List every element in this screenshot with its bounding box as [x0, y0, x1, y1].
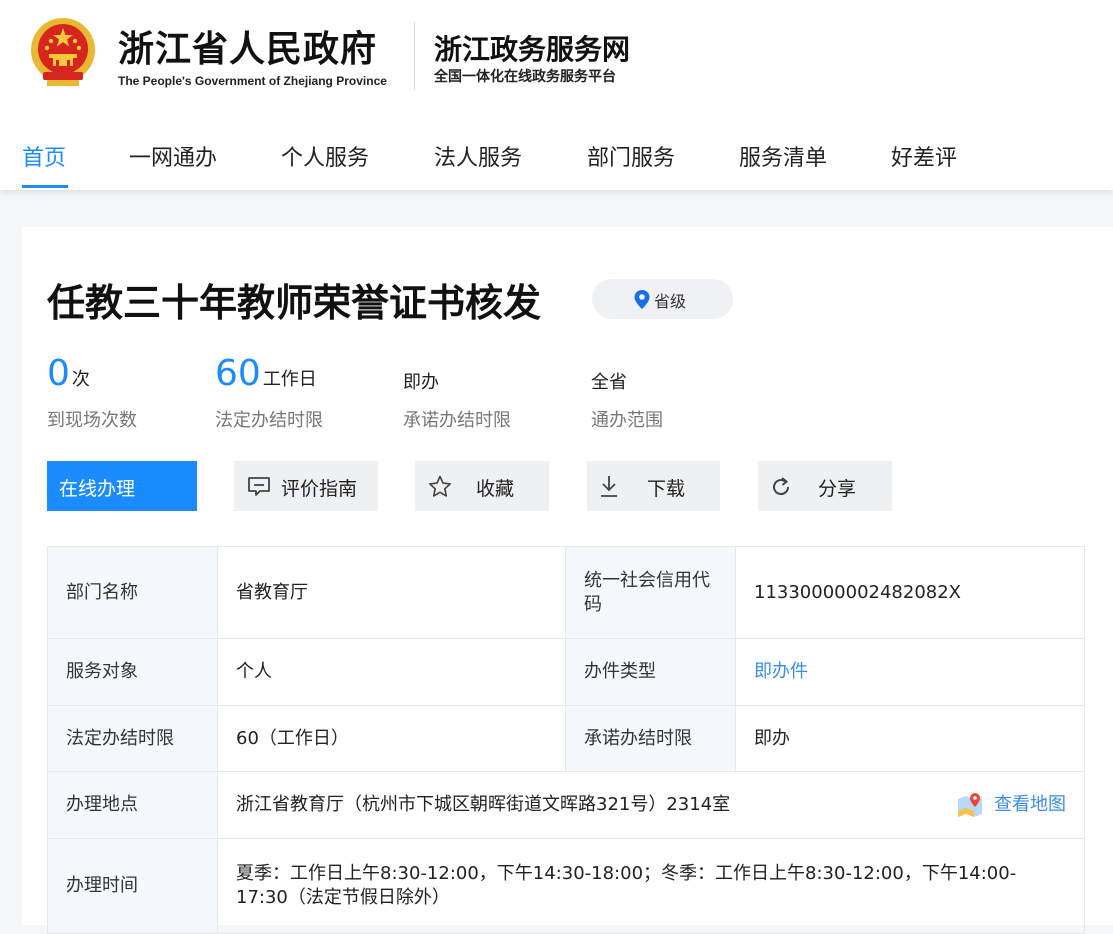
favorite-button[interactable]: 收藏	[415, 461, 549, 511]
nav-item-review[interactable]: 好差评	[891, 140, 957, 172]
location-value: 浙江省教育厅（杭州市下城区朝晖街道文晖路321号）2314室	[236, 794, 731, 815]
stat-legal-limit: 60 工作日	[215, 353, 317, 394]
online-apply-button[interactable]: 在线办理	[47, 461, 233, 511]
main-nav: 首页 一网通办 个人服务 法人服务 部门服务 服务清单 好差评	[0, 140, 1113, 190]
dept-name-label: 部门名称	[47, 546, 218, 639]
table-row: 办理地点 浙江省教育厅（杭州市下城区朝晖街道文晖路321号）2314室 查看地图	[47, 771, 1085, 839]
header-divider	[414, 22, 415, 90]
promise-limit-label: 承诺办结时限	[565, 705, 736, 772]
share-icon	[773, 477, 790, 496]
table-row: 服务对象 个人 办件类型 即办件	[47, 638, 1085, 706]
stat-visits: 0次	[47, 353, 90, 394]
location-pin-icon	[634, 290, 650, 309]
level-badge: 省级	[592, 279, 733, 319]
gov-subtitle: The People's Government of Zhejiang Prov…	[118, 74, 387, 88]
case-type-value[interactable]: 即办件	[754, 661, 808, 682]
stat-legal-limit-label: 法定办结时限	[215, 410, 323, 431]
star-icon	[429, 475, 451, 497]
nav-item-legal-person[interactable]: 法人服务	[434, 140, 522, 172]
download-icon	[601, 476, 617, 497]
credit-code-value: 11330000002482082X	[735, 546, 1085, 639]
download-label: 下载	[647, 478, 686, 500]
nav-item-one-network[interactable]: 一网通办	[129, 140, 217, 172]
nav-item-home[interactable]: 首页	[22, 140, 66, 172]
stat-scope-label: 通办范围	[591, 410, 663, 431]
gov-title[interactable]: 浙江省人民政府	[118, 20, 377, 72]
page-title: 任教三十年教师荣誉证书核发	[47, 281, 542, 325]
stat-promise-limit-value: 即办	[403, 372, 439, 393]
evaluate-guide-button[interactable]: 评价指南	[234, 461, 378, 511]
online-apply-label: 在线办理	[59, 478, 136, 500]
top-header: 浙江省人民政府 The People's Government of Zheji…	[0, 0, 1113, 190]
download-button[interactable]: 下载	[587, 461, 720, 511]
service-title[interactable]: 浙江政务服务网	[434, 28, 630, 68]
stat-visits-value: 0	[47, 353, 70, 394]
table-row: 办理时间 夏季：工作日上午8:30-12:00，下午14:30-18:00；冬季…	[47, 838, 1085, 934]
level-badge-label: 省级	[654, 292, 687, 311]
location-cell: 浙江省教育厅（杭州市下城区朝晖街道文晖路321号）2314室 查看地图	[217, 771, 1085, 839]
arrow-right-icon	[211, 478, 233, 494]
national-emblem-icon[interactable]	[29, 16, 97, 90]
nav-item-service-list[interactable]: 服务清单	[739, 140, 827, 172]
case-type-link[interactable]: 即办件	[735, 638, 1085, 706]
stat-legal-limit-value: 60	[215, 353, 261, 394]
service-target-label: 服务对象	[47, 638, 218, 706]
nav-item-personal[interactable]: 个人服务	[281, 140, 369, 172]
nav-active-indicator	[22, 185, 68, 188]
office-hours-value: 夏季：工作日上午8:30-12:00，下午14:30-18:00；冬季：工作日上…	[217, 838, 1085, 934]
stat-visits-unit: 次	[71, 369, 90, 390]
favorite-label: 收藏	[476, 478, 515, 500]
view-map-label[interactable]: 查看地图	[994, 793, 1066, 817]
dept-name-value: 省教育厅	[217, 546, 566, 639]
nav-item-department[interactable]: 部门服务	[587, 140, 675, 172]
stat-promise-limit: 即办	[403, 368, 439, 394]
table-row: 法定办结时限 60（工作日） 承诺办结时限 即办	[47, 705, 1085, 772]
evaluate-guide-label: 评价指南	[281, 478, 358, 500]
credit-code-label: 统一社会信用代码	[565, 546, 736, 639]
map-icon	[958, 793, 982, 817]
office-hours-label: 办理时间	[47, 838, 218, 934]
stat-scope-value: 全省	[591, 372, 627, 393]
info-table: 部门名称 省教育厅 统一社会信用代码 11330000002482082X 服务…	[47, 546, 1085, 934]
promise-limit-value: 即办	[735, 705, 1085, 772]
comment-icon	[248, 477, 270, 496]
stat-promise-limit-label: 承诺办结时限	[403, 410, 511, 431]
legal-limit-label: 法定办结时限	[47, 705, 218, 772]
stat-visits-label: 到现场次数	[47, 410, 137, 431]
share-label: 分享	[818, 478, 857, 500]
view-map-link[interactable]: 查看地图	[956, 791, 1066, 819]
stat-legal-limit-unit: 工作日	[262, 369, 317, 390]
service-target-value: 个人	[217, 638, 566, 706]
location-label: 办理地点	[47, 771, 218, 839]
share-button[interactable]: 分享	[758, 461, 892, 511]
case-type-label: 办件类型	[565, 638, 736, 706]
table-row: 部门名称 省教育厅 统一社会信用代码 11330000002482082X	[47, 546, 1085, 639]
stat-scope: 全省	[591, 368, 627, 394]
legal-limit-value: 60（工作日）	[217, 705, 566, 772]
service-subtitle: 全国一体化在线政务服务平台	[434, 69, 616, 85]
